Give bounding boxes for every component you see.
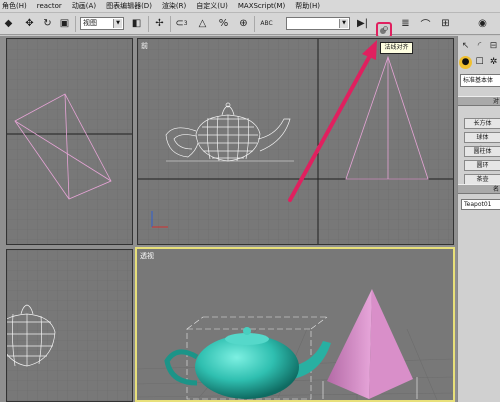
create-tab-icon[interactable]: ↖ (459, 40, 472, 53)
rotate-icon[interactable]: ↻ (40, 16, 55, 31)
hierarchy-tab-icon[interactable]: ⊟ (487, 40, 500, 53)
mirror-icon[interactable]: ▶| (355, 16, 370, 31)
toolbar-separator (75, 16, 76, 32)
chevron-down-icon[interactable]: ▼ (113, 19, 122, 28)
viewport-left-top[interactable] (6, 38, 133, 245)
object-category-dropdown[interactable]: 标准基本体 (460, 74, 500, 87)
angle-snap-icon[interactable]: △ (195, 16, 210, 31)
tooltip: 法线对齐 (380, 42, 413, 54)
chevron-down-icon[interactable]: ▼ (339, 19, 348, 28)
menu-rendering[interactable]: 渲染(R) (157, 0, 191, 13)
scale-icon[interactable]: ▣ (57, 16, 72, 31)
menu-customize[interactable]: 自定义(U) (191, 0, 233, 13)
sphere-button[interactable]: 球体 (464, 132, 500, 143)
snap-mode-mark: 3 (183, 20, 188, 27)
name-color-rollout[interactable]: 名 (458, 184, 500, 194)
toolbar-separator (148, 16, 149, 32)
select-icon[interactable]: ◆ (1, 16, 16, 31)
menu-character[interactable]: 角色(H) (0, 0, 32, 13)
viewport-label-front[interactable]: 前 (141, 41, 148, 51)
main-toolbar: ◆ ✥ ↻ ▣ 视图 ▼ ◧ ✢ ⊂ 3 △ % ⊕ ABC ▼ ▶| ≣ ⌒ ⊞… (0, 13, 500, 38)
front-scene (138, 39, 453, 244)
toolbar-separator (170, 16, 171, 32)
perspective-scene (137, 249, 453, 400)
viewport-front[interactable]: 前 (137, 38, 454, 245)
geometry-category-icon[interactable]: ● (459, 56, 472, 69)
left-bottom-scene (7, 250, 132, 401)
command-panel: ↖ ◜ ⊟ ● ☐ ✲ 标准基本体 对 自 长方体 球体 圆柱体 圆环 茶壶 名… (457, 36, 500, 402)
curve-editor-icon[interactable]: ⌒ (418, 16, 433, 31)
named-selection-sets-dropdown[interactable]: ▼ (286, 17, 350, 30)
menu-graph-editors[interactable]: 图表编辑器(D) (101, 0, 157, 13)
select-manipulate-icon[interactable]: ✢ (152, 16, 167, 31)
torus-button[interactable]: 圆环 (464, 160, 500, 171)
abc-label: ABC (260, 20, 273, 27)
cylinder-button[interactable]: 圆柱体 (464, 146, 500, 157)
menu-animation[interactable]: 动画(A) (67, 0, 101, 13)
schematic-view-icon[interactable]: ⊞ (438, 16, 453, 31)
lights-category-icon[interactable]: ✲ (487, 56, 500, 69)
shapes-category-icon[interactable]: ☐ (473, 56, 486, 69)
edit-named-selection-icon[interactable]: ABC (259, 16, 274, 31)
render-setup-icon[interactable]: ◉ (475, 16, 490, 31)
box-button[interactable]: 长方体 (464, 118, 500, 129)
object-type-rollout-title: 对 (492, 98, 499, 105)
layer-manager-icon[interactable]: ≣ (398, 16, 413, 31)
object-name-field[interactable]: Teapot01 (461, 199, 500, 210)
viewport-left-bottom[interactable] (6, 249, 133, 402)
percent-snap-icon[interactable]: % (216, 16, 231, 31)
reference-coordinate-select[interactable]: 视图 ▼ (80, 17, 124, 30)
object-type-rollout[interactable]: 对 (458, 96, 500, 106)
menu-help[interactable]: 帮助(H) (290, 0, 325, 13)
menu-bar: 角色(H) reactor 动画(A) 图表编辑器(D) 渲染(R) 自定义(U… (0, 0, 500, 13)
name-color-rollout-title: 名 (492, 186, 499, 193)
left-top-scene (7, 39, 132, 244)
menu-reactor[interactable]: reactor (32, 0, 67, 13)
normal-align-icon (380, 26, 388, 34)
viewport-label-perspective[interactable]: 透视 (140, 251, 154, 261)
menu-maxscript[interactable]: MAXScript(M) (233, 0, 290, 13)
modify-tab-icon[interactable]: ◜ (473, 40, 486, 53)
reference-coordinate-value: 视图 (83, 19, 97, 27)
pivot-center-icon[interactable]: ◧ (129, 16, 144, 31)
toolbar-separator (254, 16, 255, 32)
snap-toggle-icon[interactable]: ⊂ 3 (174, 16, 189, 31)
viewport-perspective[interactable]: 透视 (135, 247, 455, 402)
move-icon[interactable]: ✥ (22, 16, 37, 31)
command-panel-tabs: ↖ ◜ ⊟ (458, 40, 500, 53)
spinner-snap-icon[interactable]: ⊕ (236, 16, 251, 31)
